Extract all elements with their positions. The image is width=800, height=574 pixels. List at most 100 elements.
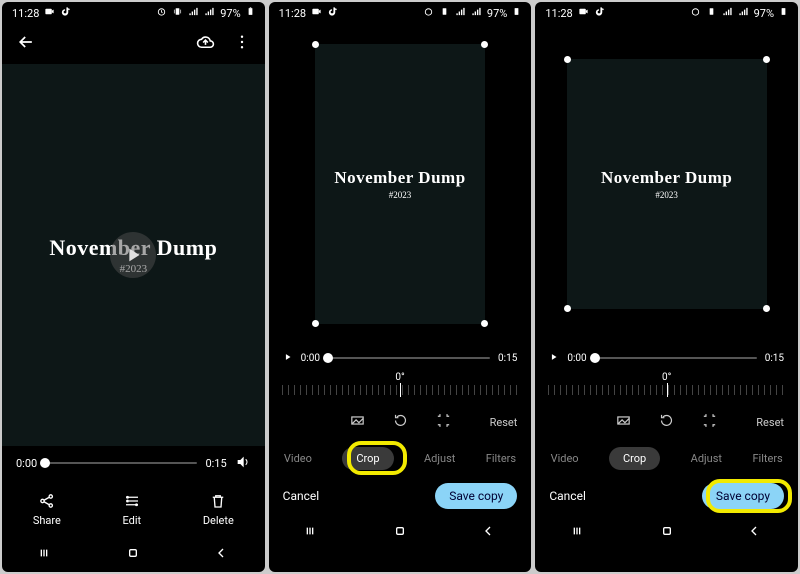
status-battery: 97% [754,7,774,20]
volume-icon[interactable] [235,454,251,473]
recents-nav[interactable] [571,523,587,543]
seek-track[interactable] [328,357,490,359]
editor-bottombar: Cancel Save copy [269,476,532,516]
rotate-90-icon[interactable] [658,412,675,432]
cancel-button[interactable]: Cancel [283,489,320,503]
alarm-icon [423,6,434,20]
aspect-icon[interactable] [615,412,632,432]
seek-thumb[interactable] [590,353,600,363]
back-nav[interactable] [213,545,229,565]
action-bar: Share Edit Delete [2,480,265,538]
tab-filters[interactable]: Filters [486,452,516,465]
rotate-90-icon[interactable] [392,412,409,432]
playback-timeline[interactable]: 0:00 0:15 [2,446,265,480]
seek-track[interactable] [595,357,757,359]
editor-timeline[interactable]: 0:00 0:15 [269,344,532,372]
seek-thumb[interactable] [40,458,50,468]
home-nav[interactable] [659,523,675,543]
status-bar: 11:28 97% [269,2,532,24]
screen-editor-crop: 11:28 97% November Dump #2023 0:00 [269,2,532,572]
more-icon[interactable] [233,33,251,55]
camera-icon [311,6,322,20]
vibrate-icon [172,6,183,20]
status-bar: 11:28 97% [2,2,265,24]
crop-handle-tr[interactable] [481,41,488,48]
save-copy-button[interactable]: Save copy [435,483,517,509]
home-nav[interactable] [392,523,408,543]
time-current: 0:00 [301,353,320,364]
editor-tabs: Video Crop Adjust Filters [535,440,798,476]
tab-video[interactable]: Video [551,452,579,465]
time-total: 0:15 [765,353,784,364]
signal-icon [471,6,482,20]
battery-icon [779,5,788,21]
crop-handle-tr[interactable] [763,56,770,63]
crop-frame[interactable]: November Dump #2023 [315,44,485,324]
play-icon[interactable] [549,352,559,365]
crop-tools: Reset [269,404,532,440]
edit-button[interactable]: Edit [123,492,142,527]
status-bar: 11:28 97% [535,2,798,24]
battery-icon [512,5,521,21]
crop-handle-br[interactable] [481,320,488,327]
reset-button[interactable]: Reset [756,416,784,429]
seek-thumb[interactable] [323,353,333,363]
reset-button[interactable]: Reset [490,416,518,429]
status-battery: 97% [487,7,507,20]
recents-nav[interactable] [38,545,54,565]
status-time: 11:28 [279,7,306,20]
crop-handle-tl[interactable] [564,56,571,63]
video-preview[interactable]: November Dump #2023 [2,64,265,446]
rotation-control[interactable]: 0° [535,372,798,404]
home-nav[interactable] [125,545,141,565]
free-crop-icon[interactable] [701,412,718,432]
cancel-button[interactable]: Cancel [549,489,586,503]
delete-button[interactable]: Delete [203,492,234,527]
cloud-backup-icon[interactable] [196,33,215,56]
app-bar [2,24,265,64]
system-nav [535,516,798,550]
crop-frame[interactable]: November Dump #2023 [567,59,767,309]
video-year: #2023 [334,190,465,200]
aspect-icon[interactable] [349,412,366,432]
screen-viewer: 11:28 97% [2,2,265,572]
back-nav[interactable] [480,523,496,543]
crop-preview[interactable]: November Dump #2023 [269,24,532,344]
share-label: Share [33,514,61,527]
signal-icon [738,6,749,20]
play-button[interactable] [110,232,156,278]
tab-crop[interactable]: Crop [342,447,393,470]
system-nav [269,516,532,550]
signal-icon [455,6,466,20]
rotation-value: 0° [395,372,404,383]
tab-video[interactable]: Video [284,452,312,465]
video-year: #2023 [601,190,732,200]
video-title: November Dump [334,168,465,188]
camera-icon [578,6,589,20]
time-current: 0:00 [16,457,37,470]
back-button[interactable] [16,32,36,56]
editor-bottombar: Cancel Save copy [535,476,798,516]
tab-adjust[interactable]: Adjust [691,452,722,465]
tab-crop[interactable]: Crop [609,447,660,470]
save-copy-button[interactable]: Save copy [702,483,784,509]
free-crop-icon[interactable] [435,412,452,432]
seek-track[interactable] [45,462,197,464]
crop-handle-br[interactable] [763,305,770,312]
tab-adjust[interactable]: Adjust [424,452,455,465]
rotation-ruler[interactable] [548,385,784,395]
tab-filters[interactable]: Filters [752,452,782,465]
status-time: 11:28 [545,7,572,20]
crop-handle-bl[interactable] [564,305,571,312]
back-nav[interactable] [746,523,762,543]
screen-editor-save: 11:28 97% November Dump #2023 0:00 [535,2,798,572]
rotation-ruler[interactable] [282,385,518,395]
share-button[interactable]: Share [33,492,61,527]
rotation-control[interactable]: 0° [269,372,532,404]
crop-handle-tl[interactable] [312,41,319,48]
editor-timeline[interactable]: 0:00 0:15 [535,344,798,372]
crop-preview[interactable]: November Dump #2023 [535,24,798,344]
recents-nav[interactable] [304,523,320,543]
crop-handle-bl[interactable] [312,320,319,327]
play-icon[interactable] [283,352,293,365]
